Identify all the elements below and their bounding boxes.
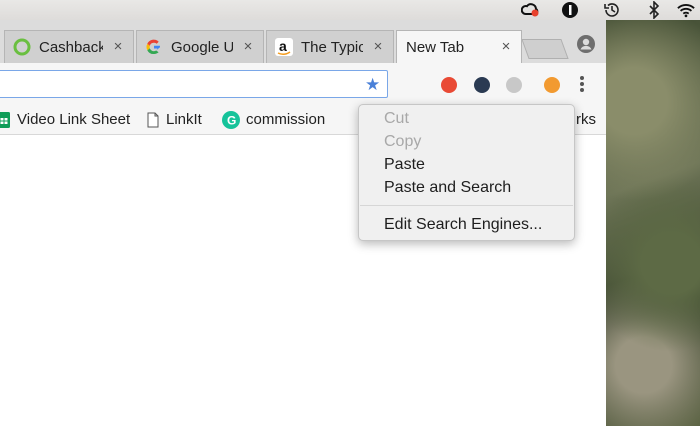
bookmark-label: commission bbox=[246, 111, 326, 128]
close-icon[interactable]: × bbox=[371, 39, 385, 54]
extension-icon[interactable] bbox=[544, 77, 560, 93]
tab-title: Google U bbox=[171, 38, 233, 56]
bookmark-label: LinkIt bbox=[166, 111, 202, 128]
tab-new-tab[interactable]: New Tab × bbox=[396, 30, 522, 63]
menu-separator bbox=[360, 205, 573, 206]
menu-item-cut[interactable]: Cut bbox=[384, 110, 409, 128]
google-g-icon bbox=[145, 38, 163, 56]
address-bar[interactable]: ★ bbox=[0, 70, 388, 98]
toolbar: ★ bbox=[0, 63, 606, 105]
sheets-icon bbox=[0, 111, 11, 128]
svg-text:a: a bbox=[279, 38, 287, 54]
bookmark-item[interactable]: Video Link Sheet bbox=[0, 111, 130, 128]
time-machine-icon[interactable] bbox=[603, 1, 621, 19]
wifi-icon[interactable] bbox=[677, 1, 695, 19]
extension-icon[interactable] bbox=[506, 77, 522, 93]
amazon-icon: a bbox=[275, 38, 293, 56]
profile-avatar-icon[interactable] bbox=[576, 34, 596, 54]
tab-strip: Cashback × Google U × a The Typic × New … bbox=[0, 20, 606, 63]
svg-text:G: G bbox=[227, 113, 236, 127]
tab-amazon[interactable]: a The Typic × bbox=[266, 30, 394, 63]
chrome-menu-icon[interactable] bbox=[577, 74, 587, 94]
grammarly-icon: G bbox=[222, 110, 240, 129]
bluetooth-icon[interactable] bbox=[645, 1, 663, 19]
context-menu: Cut Copy Paste Paste and Search Edit Sea… bbox=[358, 104, 575, 241]
bookmark-star-icon[interactable]: ★ bbox=[365, 75, 380, 95]
menu-item-paste-and-search[interactable]: Paste and Search bbox=[384, 179, 511, 197]
bookmark-label: rks bbox=[576, 111, 596, 128]
creative-cloud-icon[interactable] bbox=[521, 1, 539, 19]
close-icon[interactable]: × bbox=[241, 39, 255, 54]
page-icon bbox=[146, 112, 160, 128]
new-tab-button[interactable] bbox=[521, 39, 569, 59]
menu-item-copy[interactable]: Copy bbox=[384, 133, 421, 151]
browser-window: Cashback × Google U × a The Typic × New … bbox=[0, 20, 606, 426]
cashback-ring-icon bbox=[13, 38, 31, 56]
close-icon[interactable]: × bbox=[499, 39, 513, 54]
tab-title: New Tab bbox=[406, 38, 465, 56]
menu-item-edit-search-engines[interactable]: Edit Search Engines... bbox=[384, 216, 542, 234]
extension-icon[interactable] bbox=[441, 77, 457, 93]
tab-cashback[interactable]: Cashback × bbox=[4, 30, 134, 63]
menu-item-paste[interactable]: Paste bbox=[384, 156, 425, 174]
bookmark-item[interactable]: rks bbox=[576, 111, 596, 128]
tab-title: Cashback bbox=[39, 38, 103, 56]
close-icon[interactable]: × bbox=[111, 39, 125, 54]
macos-menubar bbox=[0, 0, 700, 20]
bookmark-item[interactable]: G commission bbox=[222, 110, 326, 129]
extension-icon[interactable] bbox=[474, 77, 490, 93]
bookmark-label: Video Link Sheet bbox=[17, 111, 131, 128]
tab-google[interactable]: Google U × bbox=[136, 30, 264, 63]
tab-title: The Typic bbox=[301, 38, 363, 56]
bookmark-item[interactable]: LinkIt bbox=[146, 111, 202, 128]
onepassword-icon[interactable] bbox=[561, 1, 579, 19]
desktop-wallpaper bbox=[606, 20, 700, 426]
